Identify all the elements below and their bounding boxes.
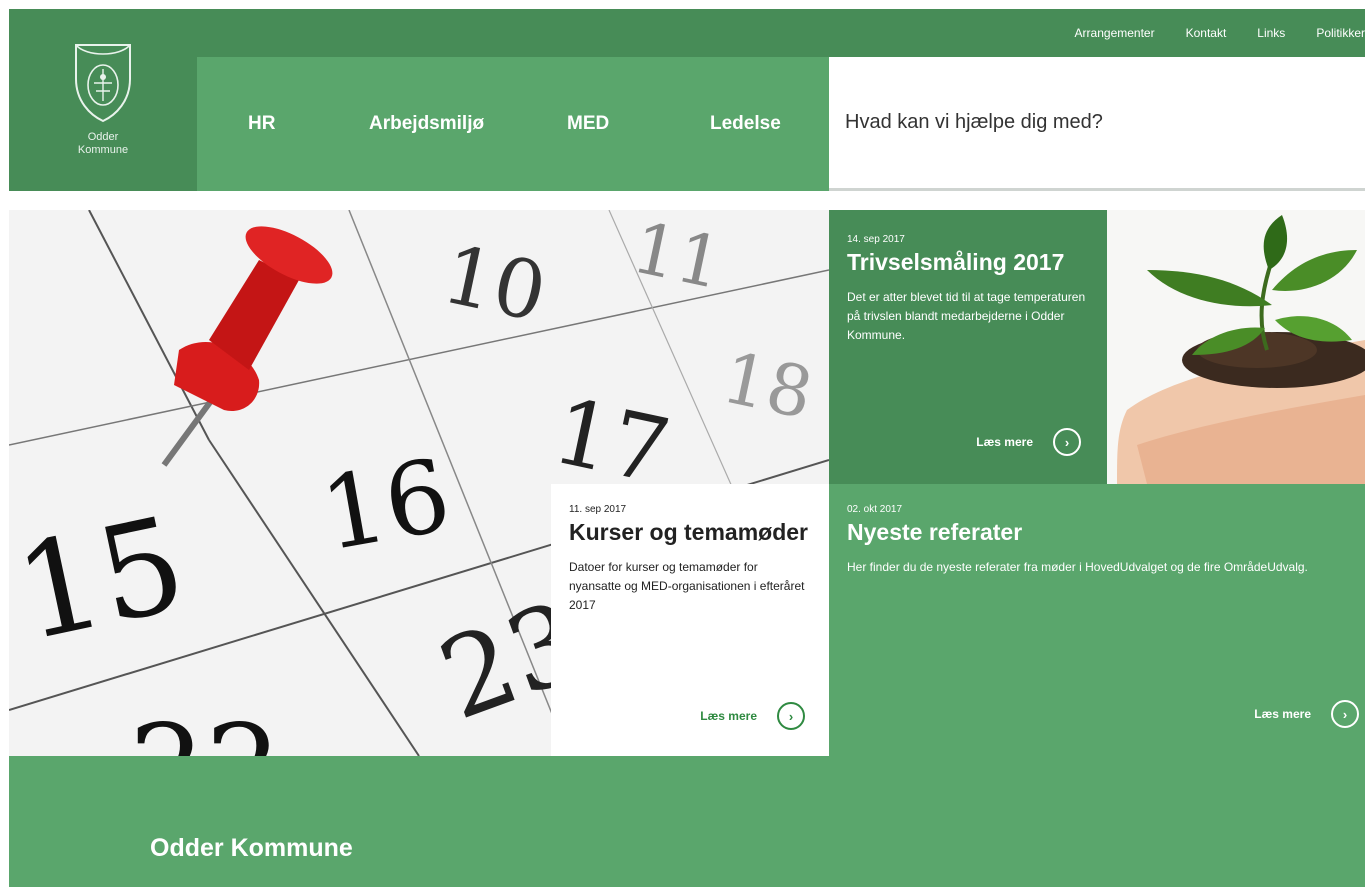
card-date: 11. sep 2017	[569, 504, 627, 515]
read-more-link[interactable]: Læs mere ›	[1254, 700, 1359, 728]
read-more-link[interactable]: Læs mere ›	[700, 702, 805, 730]
card-description: Det er atter blevet tid til at tage temp…	[847, 290, 1086, 342]
card-trivselsmaling[interactable]: 14. sep 2017 Trivselsmåling 2017 Det er …	[829, 210, 1107, 484]
arrow-right-circle-icon: ›	[777, 702, 805, 730]
seedling-icon	[1117, 215, 1365, 484]
logo-text: Odder Kommune	[78, 131, 128, 157]
util-link-arrangementer[interactable]: Arrangementer	[1075, 26, 1155, 40]
arrow-right-circle-icon: ›	[1053, 428, 1081, 456]
read-more-label: Læs mere	[976, 435, 1033, 449]
nav-item-arbejdsmiljo[interactable]: Arbejdsmiljø	[369, 113, 484, 135]
card-description: Datoer for kurser og temamøder for nyans…	[569, 560, 805, 612]
nav-item-ledelse[interactable]: Ledelse	[710, 113, 781, 135]
logo[interactable]: Odder Kommune	[9, 9, 197, 191]
utility-nav: Arrangementer Kontakt Links Politikker	[1075, 9, 1365, 57]
search-input[interactable]	[845, 111, 1365, 134]
nav-item-hr[interactable]: HR	[248, 113, 275, 135]
search-box	[829, 57, 1365, 191]
card-title: Nyeste referater	[847, 519, 1023, 545]
card-description: Her finder du de nyeste referater fra mø…	[847, 560, 1308, 574]
card-referater[interactable]: 02. okt 2017 Nyeste referater Her finder…	[829, 484, 1365, 756]
card-date: 14. sep 2017	[847, 234, 905, 245]
nav-item-med[interactable]: MED	[567, 113, 609, 135]
read-more-link[interactable]: Læs mere ›	[976, 428, 1081, 456]
footer-title: Odder Kommune	[150, 834, 353, 862]
arrow-right-circle-icon: ›	[1331, 700, 1359, 728]
card-kurser[interactable]: 11. sep 2017 Kurser og temamøder Datoer …	[551, 484, 829, 756]
logo-line-1: Odder	[87, 131, 119, 143]
top-utility-bar: Arrangementer Kontakt Links Politikker	[9, 9, 1365, 57]
card-date: 02. okt 2017	[847, 504, 903, 515]
calendar-number-16: 16	[313, 436, 459, 573]
logo-line-2: Kommune	[77, 144, 129, 156]
util-link-links[interactable]: Links	[1257, 26, 1285, 40]
util-link-kontakt[interactable]: Kontakt	[1186, 26, 1227, 40]
read-more-label: Læs mere	[1254, 707, 1311, 721]
card-title: Trivselsmåling 2017	[847, 249, 1065, 275]
plant-in-hand-image	[1107, 210, 1365, 484]
util-link-politikker[interactable]: Politikker	[1316, 26, 1365, 40]
read-more-label: Læs mere	[700, 709, 757, 723]
calendar-number-22: 22	[129, 700, 282, 756]
card-title: Kurser og temamøder	[569, 519, 809, 545]
footer: Odder Kommune	[9, 756, 1365, 887]
coat-of-arms-icon	[75, 44, 131, 123]
